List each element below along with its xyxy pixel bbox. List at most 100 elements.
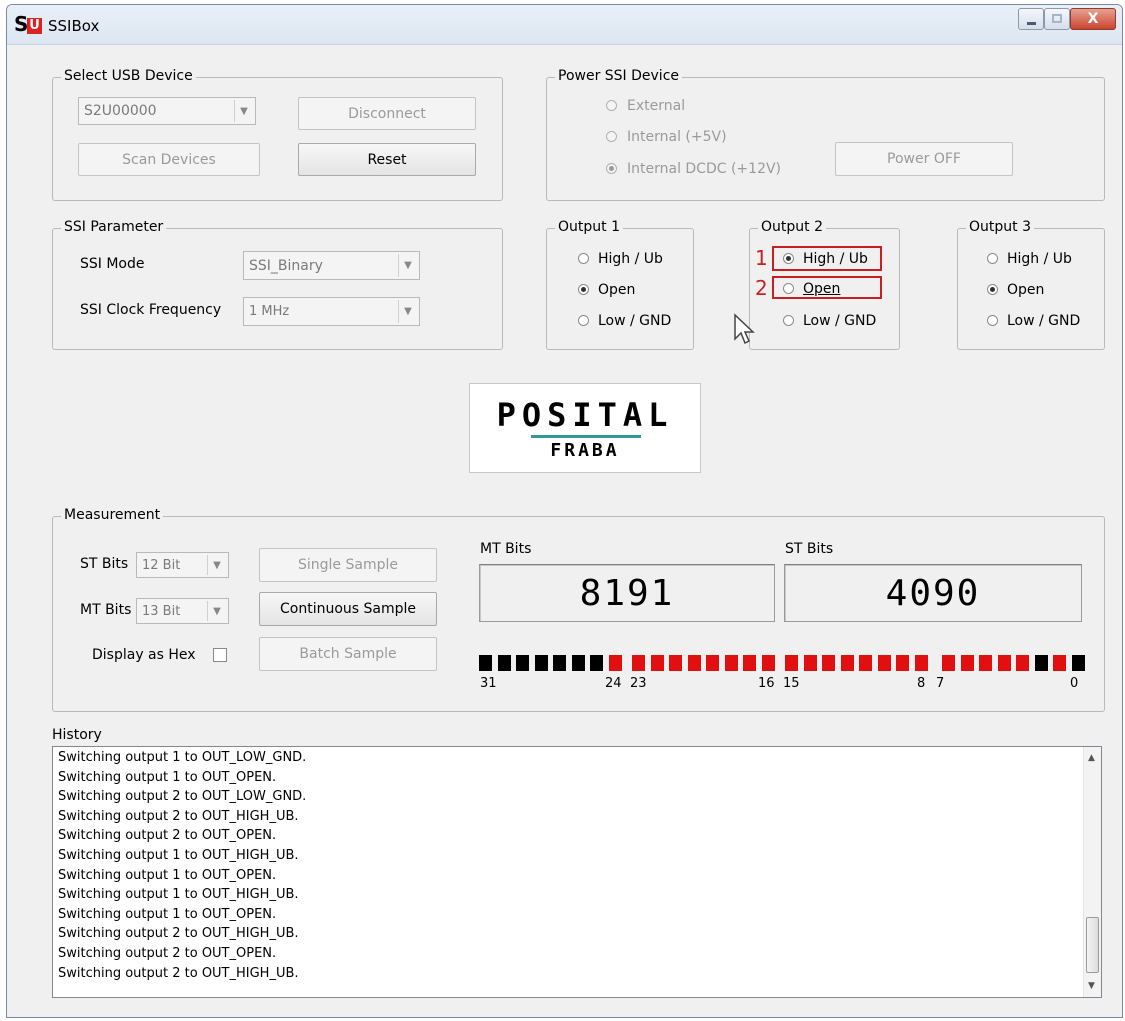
bit-19-indicator bbox=[706, 655, 719, 671]
history-line: Switching output 1 to OUT_LOW_GND. bbox=[58, 750, 307, 765]
power-internal-dcdc-label: Internal DCDC (+12V) bbox=[627, 161, 782, 177]
history-log[interactable]: Switching output 1 to OUT_LOW_GND. Switch… bbox=[52, 746, 1102, 998]
bit-22-indicator bbox=[650, 655, 664, 671]
st-bits-label: ST Bits bbox=[80, 556, 129, 572]
bit-label-7: 7 bbox=[936, 676, 945, 691]
bit-27-indicator bbox=[553, 655, 566, 671]
continuous-sample-button[interactable]: Continuous Sample bbox=[259, 592, 437, 626]
history-line: Switching output 1 to OUT_HIGH_UB. bbox=[58, 887, 299, 903]
chevron-down-icon[interactable]: ▼ bbox=[207, 555, 226, 575]
history-line: Switching output 1 to OUT_OPEN. bbox=[58, 769, 277, 785]
output-1-open-radio[interactable] bbox=[578, 284, 589, 295]
mt-display-label: MT Bits bbox=[480, 541, 532, 557]
scroll-thumb[interactable] bbox=[1086, 917, 1099, 973]
power-internal-dcdc-radio[interactable] bbox=[606, 163, 617, 174]
ssi-clock-label: SSI Clock Frequency bbox=[80, 302, 222, 318]
bit-21-indicator bbox=[669, 655, 682, 671]
close-button[interactable]: X bbox=[1070, 8, 1116, 30]
annotation-marker-1: 1 bbox=[755, 246, 768, 270]
annotation-marker-2: 2 bbox=[755, 276, 768, 300]
maximize-icon bbox=[1052, 14, 1062, 23]
power-external-radio[interactable] bbox=[606, 100, 617, 111]
history-scrollbar[interactable]: ▲ ▼ bbox=[1083, 747, 1101, 997]
output-3-open-label: Open bbox=[1007, 282, 1045, 298]
measurement-legend: Measurement bbox=[61, 507, 164, 523]
title-bar[interactable] bbox=[7, 5, 1122, 45]
st-display-label: ST Bits bbox=[785, 541, 834, 557]
ssi-clock-select[interactable]: 1 MHz ▼ bbox=[243, 297, 420, 326]
bit-31-indicator bbox=[479, 655, 492, 671]
bit-12-indicator bbox=[840, 655, 854, 671]
scroll-up-icon[interactable]: ▲ bbox=[1088, 753, 1095, 763]
bit-15-indicator bbox=[785, 655, 798, 671]
bit-label-8: 8 bbox=[917, 676, 926, 691]
output-3-low-label: Low / GND bbox=[1007, 313, 1081, 329]
output-3-high-label: High / Ub bbox=[1007, 251, 1072, 267]
bit-24-indicator bbox=[608, 655, 622, 671]
output-1-high-label: High / Ub bbox=[598, 251, 663, 267]
reset-button[interactable]: Reset bbox=[298, 143, 476, 176]
power-internal-5v-label: Internal (+5V) bbox=[627, 129, 727, 145]
bit-17-indicator bbox=[743, 655, 756, 671]
scan-devices-button[interactable]: Scan Devices bbox=[78, 143, 260, 176]
ssi-clock-value: 1 MHz bbox=[249, 304, 290, 319]
history-line: Switching output 2 to OUT_HIGH_UB. bbox=[58, 808, 299, 824]
output-2-open-radio[interactable] bbox=[783, 283, 794, 294]
ssi-parameter-legend: SSI Parameter bbox=[61, 219, 167, 235]
ssi-mode-select[interactable]: SSI_Binary ▼ bbox=[243, 251, 420, 280]
history-line: Switching output 2 to OUT_OPEN. bbox=[58, 946, 277, 961]
bit-8-indicator bbox=[914, 655, 928, 671]
chevron-down-icon[interactable]: ▼ bbox=[398, 300, 417, 323]
output-1-high-radio[interactable] bbox=[578, 253, 589, 264]
bit-16-indicator bbox=[761, 655, 775, 671]
disconnect-button[interactable]: Disconnect bbox=[298, 97, 476, 130]
bit-25-indicator bbox=[590, 655, 603, 671]
bit-0-indicator bbox=[1071, 655, 1085, 671]
output-3-low-radio[interactable] bbox=[987, 315, 998, 326]
logo-brand: POSITAL bbox=[496, 396, 674, 434]
minimize-icon bbox=[1027, 22, 1036, 25]
st-bits-select[interactable]: 12 Bit ▼ bbox=[136, 552, 229, 578]
display-hex-checkbox[interactable] bbox=[213, 648, 227, 662]
chevron-down-icon[interactable]: ▼ bbox=[234, 100, 253, 122]
power-external-label: External bbox=[627, 98, 686, 114]
window-title: SSIBox bbox=[48, 17, 100, 35]
output-3-high-radio[interactable] bbox=[987, 253, 998, 264]
power-off-button[interactable]: Power OFF bbox=[835, 142, 1013, 176]
display-hex-label: Display as Hex bbox=[92, 647, 196, 663]
mt-bits-select[interactable]: 13 Bit ▼ bbox=[136, 598, 229, 624]
minimize-button[interactable] bbox=[1018, 8, 1044, 30]
power-internal-5v-radio[interactable] bbox=[606, 131, 617, 142]
usb-device-group: Select USB Device bbox=[52, 68, 503, 201]
bit-14-indicator bbox=[803, 655, 817, 671]
bit-5-indicator bbox=[979, 655, 992, 671]
history-line: Switching output 2 to OUT_HIGH_UB. bbox=[58, 926, 299, 942]
scroll-down-icon[interactable]: ▼ bbox=[1088, 981, 1095, 991]
output-2-legend: Output 2 bbox=[758, 219, 826, 235]
bit-label-24: 24 bbox=[605, 676, 622, 691]
history-line: Switching output 2 to OUT_OPEN. bbox=[58, 828, 277, 844]
single-sample-button[interactable]: Single Sample bbox=[259, 548, 437, 582]
bit-11-indicator bbox=[859, 655, 872, 671]
bit-label-16: 16 bbox=[758, 676, 775, 691]
batch-sample-button[interactable]: Batch Sample bbox=[259, 637, 437, 671]
output-2-low-radio[interactable] bbox=[783, 315, 794, 326]
maximize-button[interactable] bbox=[1044, 8, 1070, 30]
bit-13-indicator bbox=[822, 655, 835, 671]
bit-20-indicator bbox=[687, 655, 701, 671]
output-1-open-label: Open bbox=[598, 282, 636, 298]
history-line: Switching output 1 to OUT_OPEN. bbox=[58, 867, 277, 883]
usb-device-select[interactable]: S2U00000 ▼ bbox=[78, 97, 256, 125]
chevron-down-icon[interactable]: ▼ bbox=[398, 254, 417, 277]
bit-4-indicator bbox=[997, 655, 1011, 671]
output-2-high-label: High / Ub bbox=[803, 251, 868, 267]
history-line: Switching output 1 to OUT_OPEN. bbox=[58, 906, 277, 922]
bit-label-0: 0 bbox=[1070, 676, 1079, 691]
output-2-high-radio[interactable] bbox=[783, 253, 794, 264]
output-1-low-radio[interactable] bbox=[578, 315, 589, 326]
output-3-open-radio[interactable] bbox=[987, 284, 998, 295]
chevron-down-icon[interactable]: ▼ bbox=[207, 601, 226, 621]
bit-18-indicator bbox=[724, 655, 738, 671]
bit-6-indicator bbox=[960, 655, 974, 671]
bit-label-15: 15 bbox=[783, 676, 800, 691]
